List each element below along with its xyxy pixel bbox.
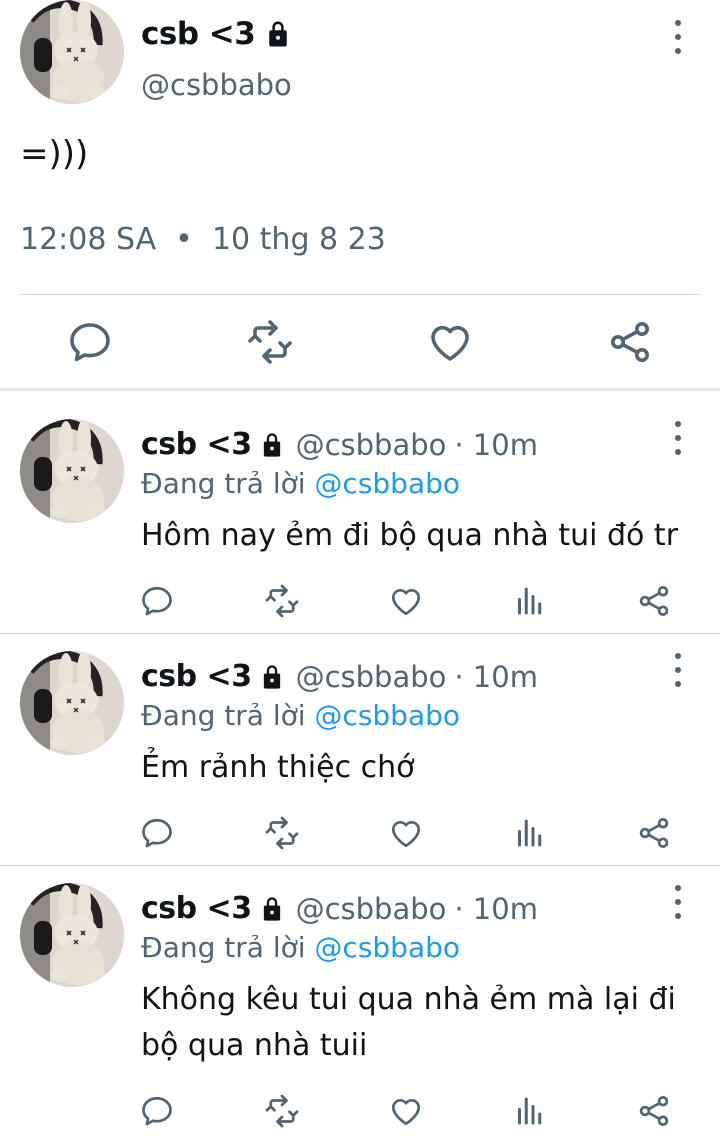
lock-icon: [258, 894, 286, 924]
handle[interactable]: @csbbabo: [296, 660, 447, 694]
tweet-header: csb <3 @csbbabo · 10m: [141, 891, 538, 926]
tweet-header: csb <3 @csbbabo · 10m: [141, 427, 538, 462]
avatar[interactable]: [20, 883, 124, 987]
share-icon[interactable]: [636, 583, 672, 619]
avatar-image: [20, 651, 124, 755]
avatar-image: [20, 883, 124, 987]
reply-tweet[interactable]: csb <3 @csbbabo · 10m Đang trả lời @csbb…: [0, 391, 720, 633]
tweet-text: =))): [20, 134, 89, 174]
heart-icon[interactable]: [388, 815, 424, 851]
display-name[interactable]: csb <3: [141, 891, 252, 926]
heart-icon[interactable]: [426, 318, 474, 366]
avatar[interactable]: [20, 419, 124, 523]
stats-icon[interactable]: [512, 583, 548, 619]
lock-icon: [258, 662, 286, 692]
avatar[interactable]: [20, 651, 124, 755]
replying-label: Đang trả lời: [141, 931, 315, 964]
stats-icon[interactable]: [512, 815, 548, 851]
reply-tweet[interactable]: csb <3 @csbbabo · 10m Đang trả lời @csbb…: [0, 623, 720, 865]
tweet-text: Không kêu tui qua nhà ẻm mà lại đi bộ qu…: [141, 982, 676, 1063]
tweet-time[interactable]: · 10m: [454, 428, 538, 462]
avatar-image: [20, 0, 124, 104]
tweet-text: Hôm nay ẻm đi bộ qua nhà tui đó tr: [141, 518, 679, 553]
retweet-icon[interactable]: [264, 815, 300, 851]
share-icon[interactable]: [606, 318, 654, 366]
avatar-image: [20, 419, 124, 523]
handle[interactable]: @csbbabo: [141, 68, 292, 102]
more-vertical-icon[interactable]: [668, 421, 688, 455]
tweet-text: Ẻm rảnh thiệc chớ: [141, 750, 415, 785]
reply-icon[interactable]: [139, 1093, 175, 1129]
replying-to: Đang trả lời @csbbabo: [141, 931, 460, 964]
display-name-text: csb <3: [141, 16, 256, 52]
reply-icon[interactable]: [139, 815, 175, 851]
replying-label: Đang trả lời: [141, 699, 315, 732]
heart-icon[interactable]: [388, 1093, 424, 1129]
tweet-actions: [0, 583, 720, 623]
avatar[interactable]: [20, 0, 124, 104]
display-name[interactable]: csb <3: [141, 659, 252, 694]
share-icon[interactable]: [636, 815, 672, 851]
retweet-icon[interactable]: [264, 1093, 300, 1129]
mention-link[interactable]: @csbbabo: [314, 467, 460, 500]
reply-icon[interactable]: [139, 583, 175, 619]
share-icon[interactable]: [636, 1093, 672, 1129]
stats-icon[interactable]: [512, 1093, 548, 1129]
lock-icon: [258, 430, 286, 460]
tweet-actions: [0, 815, 720, 855]
handle[interactable]: @csbbabo: [296, 892, 447, 926]
tweet-header: csb <3 @csbbabo · 10m: [141, 659, 538, 694]
handle[interactable]: @csbbabo: [296, 428, 447, 462]
tweet-actions: [0, 1093, 720, 1133]
heart-icon[interactable]: [388, 583, 424, 619]
reply-icon[interactable]: [66, 318, 114, 366]
more-vertical-icon[interactable]: [668, 885, 688, 919]
mention-link[interactable]: @csbbabo: [314, 699, 460, 732]
reply-tweet[interactable]: csb <3 @csbbabo · 10m Đang trả lời @csbb…: [0, 855, 720, 1138]
display-name[interactable]: csb <3: [141, 16, 293, 52]
replying-to: Đang trả lời @csbbabo: [141, 699, 460, 732]
tweet-time[interactable]: · 10m: [454, 660, 538, 694]
lock-icon: [263, 18, 293, 50]
retweet-icon[interactable]: [246, 318, 294, 366]
tweet-time[interactable]: · 10m: [454, 892, 538, 926]
mention-link[interactable]: @csbbabo: [314, 931, 460, 964]
divider: [20, 294, 700, 295]
more-vertical-icon[interactable]: [668, 20, 688, 54]
display-name[interactable]: csb <3: [141, 427, 252, 462]
tweet-timestamp[interactable]: 12:08 SA • 10 thg 8 23: [20, 222, 386, 257]
replying-to: Đang trả lời @csbbabo: [141, 467, 460, 500]
retweet-icon[interactable]: [264, 583, 300, 619]
tweet-actions: [0, 318, 720, 368]
replying-label: Đang trả lời: [141, 467, 315, 500]
more-vertical-icon[interactable]: [668, 653, 688, 687]
